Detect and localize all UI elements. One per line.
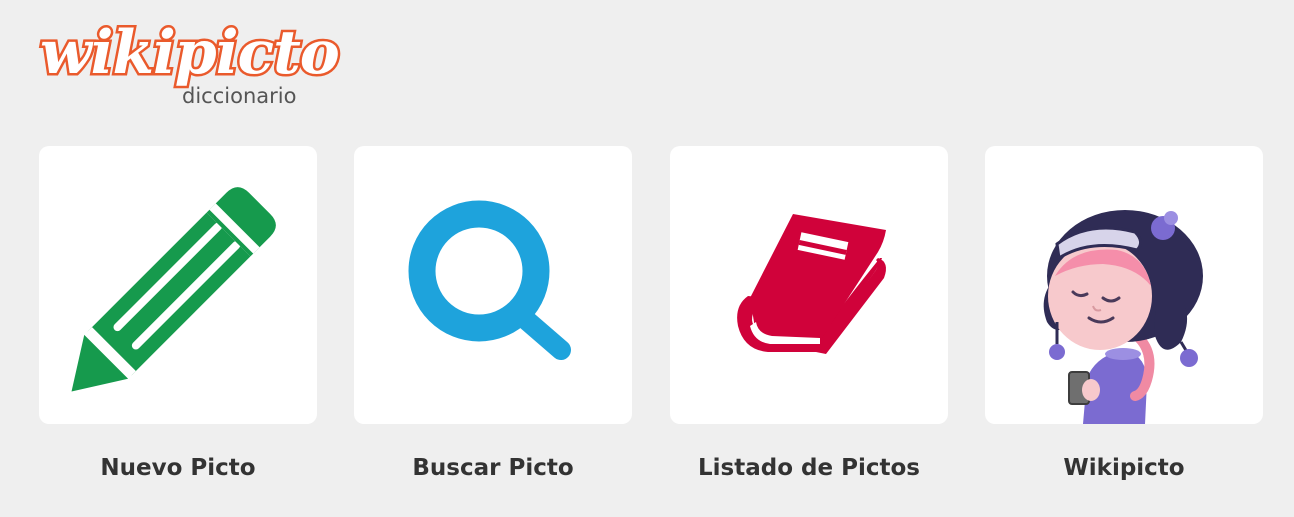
card-listado-de-pictos[interactable] <box>670 146 948 424</box>
girl-with-hat-illustration <box>1043 210 1203 424</box>
pencil-icon <box>71 187 276 392</box>
card-label-listado-de-pictos[interactable]: Listado de Pictos <box>670 452 948 484</box>
card-label-wikipicto[interactable]: Wikipicto <box>985 452 1263 484</box>
book-icon <box>737 214 886 354</box>
card-wikipicto[interactable] <box>985 146 1263 424</box>
card-label-buscar-picto[interactable]: Buscar Picto <box>354 452 632 484</box>
card-nuevo-picto[interactable] <box>39 146 317 424</box>
card-label-nuevo-picto[interactable]: Nuevo Picto <box>39 452 317 484</box>
magnifier-icon <box>408 200 571 360</box>
menu-cards: Nuevo Picto Buscar Picto Listado de Pict… <box>0 0 1294 517</box>
card-buscar-picto[interactable] <box>354 146 632 424</box>
